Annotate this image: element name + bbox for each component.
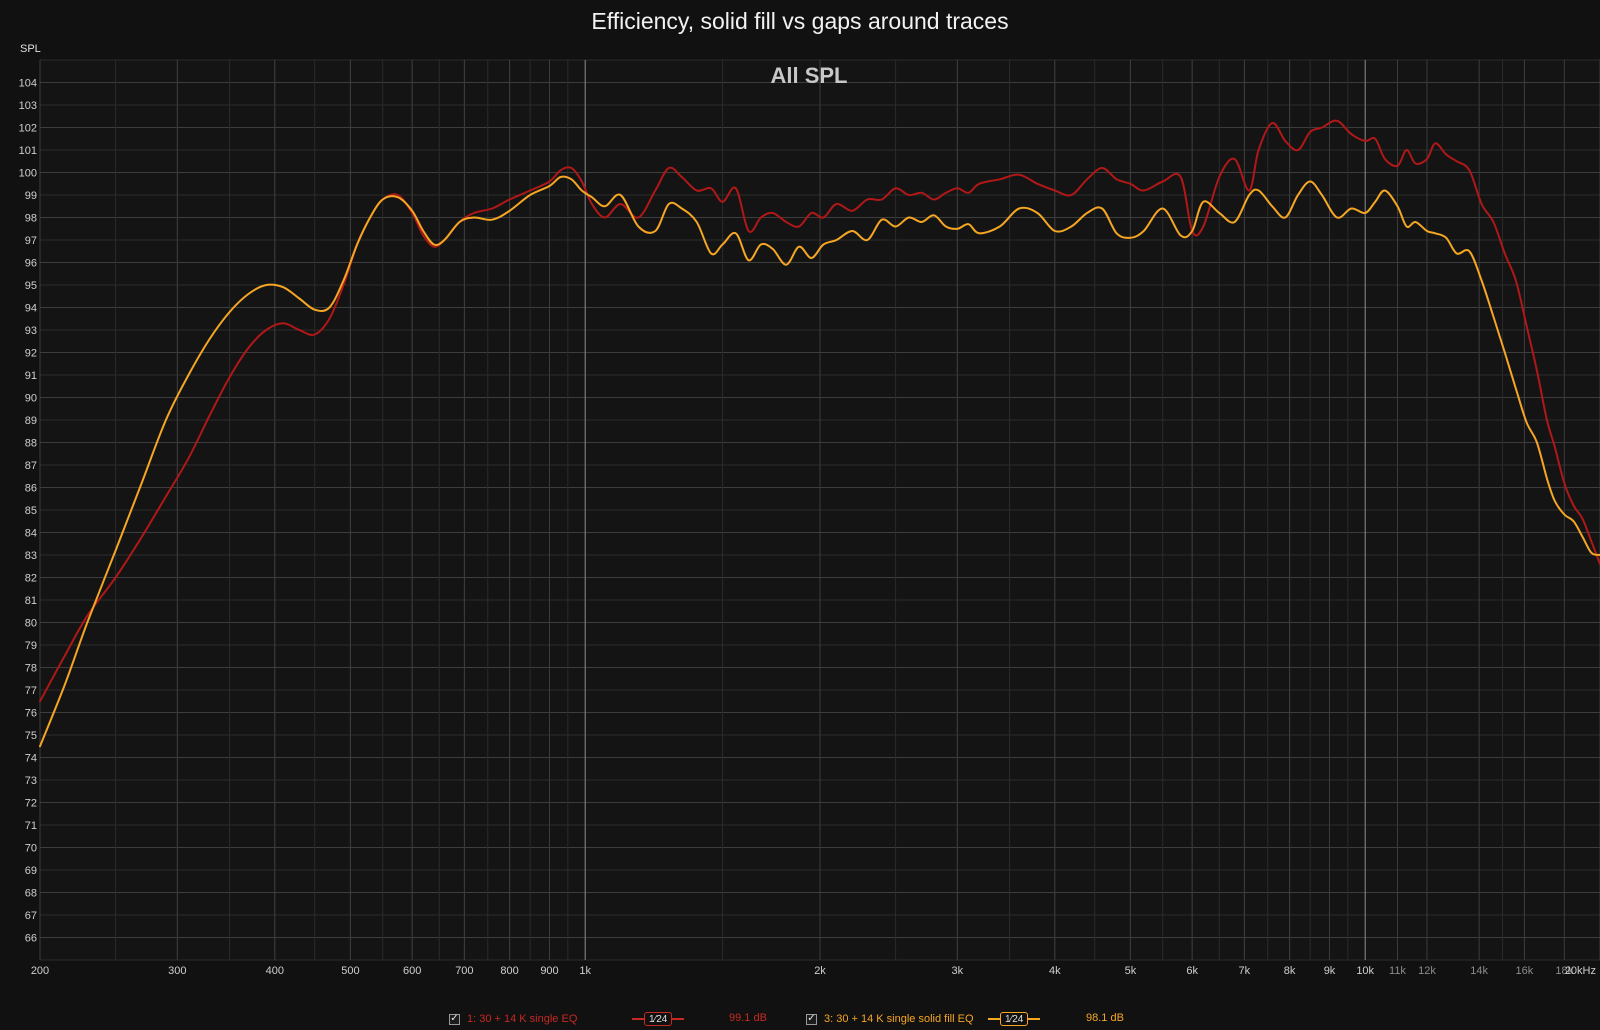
- x-axis-ticks: 200 300 400 500 600 700 800 900 1k 2k 3k 4k 5k 6k 7k 8k…: [31, 965, 1596, 977]
- y-tick-label: 71: [25, 820, 37, 832]
- y-tick-label: 92: [25, 348, 37, 360]
- y-tick-label: 84: [25, 528, 37, 540]
- x-tick-label: 600: [403, 965, 421, 977]
- x-tick-label: 10k: [1356, 965, 1374, 977]
- y-tick-label: 68: [25, 888, 37, 900]
- y-tick-label: 74: [25, 753, 37, 765]
- x-tick-label: 700: [455, 965, 473, 977]
- x-tick-label: 4k: [1049, 965, 1061, 977]
- y-tick-label: 102: [19, 123, 37, 135]
- y-tick-label: 100: [19, 168, 37, 180]
- y-tick-label: 76: [25, 708, 37, 720]
- legend-label-1: 1: 30 + 14 K single EQ: [467, 1013, 578, 1025]
- x-tick-label: 16k: [1516, 965, 1534, 977]
- y-tick-label: 86: [25, 483, 37, 495]
- x-tick-label: 2k: [814, 965, 826, 977]
- y-tick-label: 93: [25, 325, 37, 337]
- y-tick-label: 87: [25, 460, 37, 472]
- y-tick-label: 77: [25, 685, 37, 697]
- x-tick-label: 900: [540, 965, 558, 977]
- y-tick-label: 99: [25, 190, 37, 202]
- y-tick-label: 103: [19, 100, 37, 112]
- y-tick-label: 81: [25, 595, 37, 607]
- legend-level-1: 99.1 dB: [729, 1012, 767, 1024]
- x-tick-label: 800: [500, 965, 518, 977]
- y-tick-label: 66: [25, 933, 37, 945]
- x-tick-label: 1k: [579, 965, 591, 977]
- legend-bar: ✓ 1: 30 + 14 K single EQ 1⁄24 99.1 dB ✓ …: [0, 1009, 1600, 1029]
- legend-checkbox-2[interactable]: ✓: [806, 1013, 817, 1025]
- legend-item-2[interactable]: ✓ 3: 30 + 14 K single solid fill EQ: [806, 1009, 974, 1029]
- x-tick-label: 5k: [1125, 965, 1137, 977]
- y-tick-label: 79: [25, 640, 37, 652]
- x-tick-label: 500: [341, 965, 359, 977]
- x-tick-label: 11k: [1389, 965, 1406, 977]
- x-tick-label: 12k: [1418, 965, 1436, 977]
- y-tick-label: 95: [25, 280, 37, 292]
- x-tick-label: 200: [31, 965, 49, 977]
- y-tick-label: 90: [25, 393, 37, 405]
- legend-level-2: 98.1 dB: [1086, 1012, 1124, 1024]
- y-tick-label: 98: [25, 213, 37, 225]
- x-tick-label: 14k: [1470, 965, 1488, 977]
- y-tick-label: 83: [25, 550, 37, 562]
- y-tick-label: 80: [25, 618, 37, 630]
- x-tick-label: 3k: [952, 965, 964, 977]
- x-tick-label: 7k: [1239, 965, 1251, 977]
- y-tick-label: 70: [25, 843, 37, 855]
- y-tick-label: 85: [25, 505, 37, 517]
- smoothing-badge-2: 1⁄24: [1000, 1012, 1029, 1026]
- legend-smoothing-1[interactable]: 1⁄24: [632, 1012, 685, 1026]
- x-tick-label: 300: [168, 965, 186, 977]
- y-tick-label: 97: [25, 235, 37, 247]
- y-tick-label: 73: [25, 775, 37, 787]
- x-tick-label: 400: [266, 965, 284, 977]
- y-tick-label: 96: [25, 258, 37, 270]
- y-tick-label: 69: [25, 865, 37, 877]
- plot-heading: All SPL: [770, 63, 848, 88]
- x-tick-label: 8k: [1284, 965, 1296, 977]
- frequency-response-chart[interactable]: 66 67 68 69 70 71 72 73 74 75 76 77 78 79 80 81 82 83 84 85…: [0, 0, 1600, 1030]
- y-tick-label: 88: [25, 438, 37, 450]
- y-tick-label: 91: [25, 370, 37, 382]
- y-tick-label: 94: [25, 303, 37, 315]
- y-tick-label: 75: [25, 730, 37, 742]
- y-axis-ticks: 66 67 68 69 70 71 72 73 74 75 76 77 78 79 80 81 82 83 84 85…: [19, 78, 37, 945]
- legend-item-1[interactable]: ✓ 1: 30 + 14 K single EQ: [449, 1009, 577, 1029]
- x-tick-label: 20kHz: [1565, 965, 1596, 977]
- y-tick-label: 67: [25, 910, 37, 922]
- y-tick-label: 82: [25, 573, 37, 585]
- y-tick-label: 72: [25, 798, 37, 810]
- smoothing-badge-1: 1⁄24: [644, 1012, 673, 1026]
- y-tick-label: 89: [25, 415, 37, 427]
- y-tick-label: 78: [25, 663, 37, 675]
- x-tick-label: 6k: [1186, 965, 1198, 977]
- legend-label-2: 3: 30 + 14 K single solid fill EQ: [824, 1013, 974, 1025]
- legend-smoothing-2[interactable]: 1⁄24: [988, 1012, 1041, 1026]
- y-tick-label: 101: [19, 145, 37, 157]
- legend-checkbox-1[interactable]: ✓: [449, 1013, 460, 1025]
- x-tick-label: 9k: [1324, 965, 1336, 977]
- grid-lines: [39, 59, 1600, 961]
